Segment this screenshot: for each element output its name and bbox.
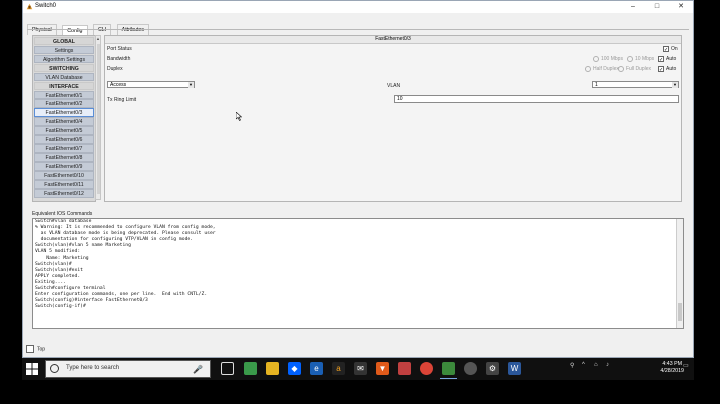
- sidebar-item-fa0-7[interactable]: FastEthernet0/7: [34, 144, 94, 153]
- tx-ring-limit-value: 10: [397, 96, 403, 102]
- sidebar-item-fa0-4[interactable]: FastEthernet0/4: [34, 117, 94, 126]
- sidebar-item-fa0-8[interactable]: FastEthernet0/8: [34, 153, 94, 162]
- amazon-icon[interactable]: a: [332, 362, 345, 375]
- maps-app-icon[interactable]: [244, 362, 257, 375]
- bandwidth-100-label: 100 Mbps: [601, 56, 623, 62]
- full-duplex-label: Full Duplex: [626, 66, 652, 72]
- chevron-down-icon: ▼: [188, 82, 194, 88]
- ios-commands-console[interactable]: Switch#vlan database % Warning: It is re…: [32, 218, 684, 329]
- duplex-label: Duplex: [107, 66, 123, 72]
- duplex-auto-checkbox[interactable]: ✓: [658, 66, 664, 73]
- sidebar-item-fa0-6[interactable]: FastEthernet0/6: [34, 135, 94, 144]
- settings-icon[interactable]: ⚙: [486, 362, 499, 375]
- vlan-select[interactable]: 1 ▼: [592, 81, 679, 88]
- minimize-button[interactable]: –: [621, 1, 645, 13]
- port-mode-value: Access: [110, 82, 127, 88]
- sidebar-header-switching: SWITCHING: [34, 63, 94, 72]
- vlc-icon[interactable]: ▼: [376, 362, 389, 375]
- sidebar-header-interface: INTERFACE: [34, 81, 94, 90]
- chevron-down-icon: ▼: [672, 82, 678, 88]
- scroll-thumb[interactable]: [96, 44, 100, 194]
- sidebar-item-fa0-11[interactable]: FastEthernet0/11: [34, 180, 94, 189]
- console-label: Equivalent IOS Commands: [32, 211, 93, 217]
- search-icon: [50, 364, 59, 373]
- sidebar-item-fa0-9[interactable]: FastEthernet0/9: [34, 162, 94, 171]
- full-duplex-radio[interactable]: [618, 66, 624, 72]
- top-checkbox[interactable]: [26, 345, 34, 353]
- clock-time: 4:43 PM: [662, 361, 683, 367]
- sidebar-item-fa0-12[interactable]: FastEthernet0/12: [34, 189, 94, 198]
- packet-tracer-icon: [26, 3, 33, 10]
- tx-ring-limit-input[interactable]: 10: [394, 95, 679, 103]
- bandwidth-10-radio[interactable]: [627, 56, 633, 62]
- top-option[interactable]: Top: [26, 345, 45, 353]
- port-status-checkbox[interactable]: ✓: [663, 46, 669, 53]
- config-sidebar: GLOBAL Settings Algorithm Settings SWITC…: [32, 35, 96, 202]
- tab-divider: [27, 29, 689, 30]
- console-scroll-thumb[interactable]: [678, 303, 682, 321]
- clock-date: 4/28/2019: [660, 368, 684, 374]
- half-duplex-label: Half Duplex: [593, 66, 619, 72]
- bandwidth-label: Bandwidth: [107, 56, 131, 62]
- bandwidth-100-radio[interactable]: [593, 56, 599, 62]
- top-label: Top: [37, 346, 46, 353]
- port-status-on-label: On: [671, 46, 678, 52]
- tab-bar: Physical Config CLI Attributes: [27, 18, 150, 36]
- dropbox-icon[interactable]: ◆: [288, 362, 301, 375]
- people-icon[interactable]: ⚲: [570, 362, 574, 369]
- half-duplex-radio[interactable]: [585, 66, 591, 72]
- sidebar-item-fa0-10[interactable]: FastEthernet0/10: [34, 171, 94, 180]
- obs-icon[interactable]: [464, 362, 477, 375]
- taskbar-clock[interactable]: 4:43 PM 4/28/2019: [660, 361, 684, 375]
- file-explorer-icon[interactable]: [266, 362, 279, 375]
- sidebar-item-fa0-5[interactable]: FastEthernet0/5: [34, 126, 94, 135]
- sidebar-item-fa0-3[interactable]: FastEthernet0/3: [34, 108, 94, 117]
- sidebar-item-algorithm-settings[interactable]: Algorithm Settings: [34, 54, 94, 63]
- windows-start-icon[interactable]: [26, 363, 38, 375]
- scroll-up-icon[interactable]: ▲: [96, 36, 100, 42]
- console-line: Switch(config-if)#: [35, 304, 86, 310]
- search-placeholder: Type here to search: [66, 365, 120, 371]
- taskbar-search[interactable]: Type here to search 🎤: [45, 360, 211, 378]
- panel-title: FastEthernet0/3: [105, 36, 681, 44]
- port-status-label: Port Status: [107, 46, 132, 52]
- interface-config-panel: FastEthernet0/3 Port Status ✓ On Bandwid…: [104, 35, 682, 202]
- task-view-icon[interactable]: [221, 362, 234, 375]
- console-scrollbar[interactable]: [676, 219, 683, 328]
- sidebar-item-vlan-database[interactable]: VLAN Database: [34, 72, 94, 81]
- tx-ring-limit-label: Tx Ring Limit: [107, 97, 137, 103]
- duplex-auto-label: Auto: [666, 66, 677, 72]
- network-icon[interactable]: ⌂: [594, 362, 598, 368]
- chrome-icon[interactable]: [420, 362, 433, 375]
- maximize-button[interactable]: □: [645, 1, 669, 13]
- sidebar-item-fa0-1[interactable]: FastEthernet0/1: [34, 90, 94, 99]
- microphone-icon[interactable]: 🎤: [193, 365, 203, 374]
- mail-icon[interactable]: ✉: [354, 362, 367, 375]
- vlan-label: VLAN: [387, 83, 401, 89]
- port-mode-select[interactable]: Access ▼: [107, 81, 195, 88]
- sidebar-item-settings[interactable]: Settings: [34, 45, 94, 54]
- vlan-value: 1: [595, 82, 598, 88]
- bandwidth-auto-checkbox[interactable]: ✓: [658, 56, 664, 63]
- title-bar: Switch0 – □ ✕: [23, 1, 693, 13]
- volume-icon[interactable]: ♪: [606, 362, 609, 368]
- files-icon[interactable]: [398, 362, 411, 375]
- bandwidth-auto-label: Auto: [666, 56, 677, 62]
- windows-taskbar: Type here to search 🎤 ◆ e a ✉ ▼ ⚙ W ⚲ ^ …: [22, 358, 694, 380]
- mouse-cursor-icon: [236, 112, 242, 121]
- chevron-up-icon[interactable]: ^: [582, 362, 585, 368]
- sidebar-scrollbar[interactable]: ▲: [95, 35, 101, 200]
- bandwidth-10-label: 10 Mbps: [635, 56, 655, 62]
- word-icon[interactable]: W: [508, 362, 521, 375]
- sidebar-item-fa0-2[interactable]: FastEthernet0/2: [34, 99, 94, 108]
- notifications-icon[interactable]: ▭: [683, 362, 689, 369]
- window-title: Switch0: [35, 3, 57, 9]
- close-button[interactable]: ✕: [669, 1, 693, 13]
- packet-tracer-taskbar-icon[interactable]: [440, 362, 457, 379]
- edge-icon[interactable]: e: [310, 362, 323, 375]
- sidebar-header-global: GLOBAL: [34, 36, 94, 45]
